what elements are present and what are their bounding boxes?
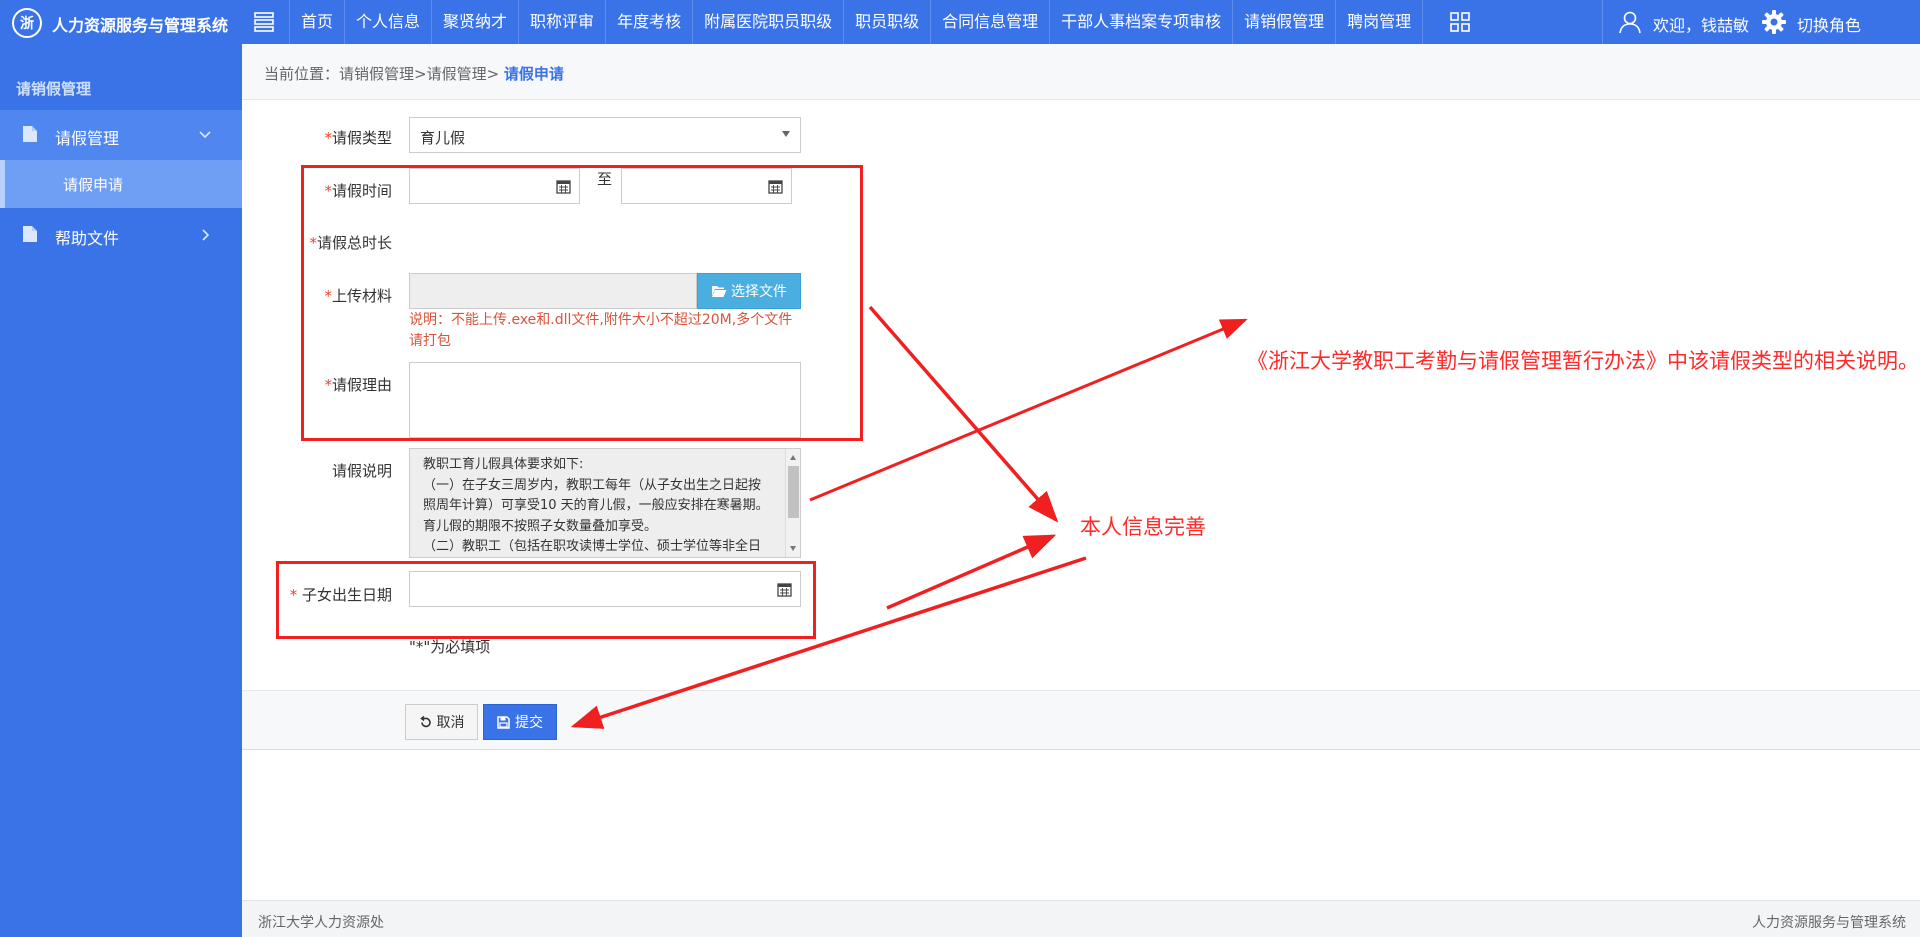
nav-title-review[interactable]: 职称评审 (519, 0, 607, 44)
leave-type-label-text: 请假类型 (331, 129, 392, 147)
sidebar-item-label: 请假申请 (63, 176, 124, 194)
annotation-arrows (570, 305, 1248, 729)
cancel-label: 取消 (436, 715, 465, 731)
footer-org: 浙江大学人力资源处 (258, 915, 384, 931)
leave-type-value: 育儿假 (420, 129, 466, 147)
breadcrumb: 当前位置：请销假管理>请假管理> 请假申请 (242, 44, 1920, 100)
cancel-button[interactable]: 取消 (405, 704, 478, 740)
nav-contract-management[interactable]: 合同信息管理 (931, 0, 1051, 44)
scroll-down-icon[interactable] (790, 546, 796, 551)
arrow-to-self-info-from-top (868, 305, 1059, 523)
sidebar: 请销假管理 请假管理 请假申请 帮助文件 (0, 44, 242, 937)
caret-down-icon (782, 131, 790, 137)
chevron-right-icon (202, 229, 210, 241)
scroll-up-icon[interactable] (790, 455, 796, 460)
nav-home[interactable]: 首页 (289, 0, 346, 44)
footer-system: 人力资源服务与管理系统 (1752, 915, 1906, 931)
sidebar-group-label: 帮助文件 (55, 229, 120, 248)
sidebar-title: 请销假管理 (16, 80, 92, 98)
sidebar-group-help-files[interactable]: 帮助文件 (0, 210, 242, 260)
nav-staff-rank[interactable]: 职员职级 (844, 0, 932, 44)
nav-annual-assessment[interactable]: 年度考核 (606, 0, 694, 44)
required-mark: * (324, 129, 332, 147)
file-icon (23, 126, 37, 142)
nav-leave-management[interactable]: 请销假管理 (1233, 0, 1337, 44)
university-logo: 浙 (12, 8, 42, 38)
sidebar-group-leave-management[interactable]: 请假管理 (0, 110, 242, 160)
nav-hospital-staff-rank[interactable]: 附属医院职员职级 (693, 0, 845, 44)
nav-personal-info[interactable]: 个人信息 (345, 0, 433, 44)
user-area: 欢迎，钱喆敏 切换角色 (1602, 0, 1920, 44)
arrow-to-policy-note (809, 318, 1248, 502)
switch-role-link[interactable]: 切换角色 (1797, 12, 1861, 36)
submit-label: 提交 (515, 715, 543, 731)
sidebar-group-label: 请假管理 (55, 129, 120, 148)
annotation-policy-note: 《浙江大学教职工考勤与请假管理暂行办法》中该请假类型的相关说明。 (1247, 349, 1919, 373)
scrollbar-thumb[interactable] (788, 466, 799, 518)
top-bar: 浙 人力资源服务与管理系统 首页 个人信息 聚贤纳才 职称评审 年度考核 附属医… (0, 0, 1920, 44)
submit-button[interactable]: 提交 (483, 704, 557, 740)
required-note: "*"为必填项 (409, 638, 491, 656)
leave-type-select[interactable]: 育儿假 (409, 117, 801, 153)
sidebar-item-leave-application[interactable]: 请假申请 (0, 160, 242, 208)
nav-cadre-archive-review[interactable]: 干部人事档案专项审核 (1050, 0, 1234, 44)
main-nav: 首页 个人信息 聚贤纳才 职称评审 年度考核 附属医院职员职级 职员职级 合同信… (289, 0, 1424, 44)
arrow-to-self-info-from-bottom (886, 534, 1057, 610)
description-box: 教职工育儿假具体要求如下: （一）在子女三周岁内，教职工每年（从子女出生之日起按… (409, 448, 801, 558)
action-bar: 取消 提交 (242, 690, 1920, 750)
welcome-text: 欢迎，钱喆敏 (1653, 16, 1750, 35)
description-label: 请假说明 (331, 462, 392, 480)
description-line: （一）在子女三周岁内，教职工每年（从子女出生之日起按 (423, 477, 762, 493)
annotation-self-info: 本人信息完善 (1080, 515, 1206, 539)
description-text: 教职工育儿假具体要求如下: （一）在子女三周岁内，教职工每年（从子女出生之日起按… (423, 455, 781, 557)
breadcrumb-current: 请假申请 (503, 65, 564, 83)
file-icon (23, 226, 37, 242)
apps-grid-icon[interactable] (1448, 10, 1472, 34)
menu-toggle-icon[interactable] (252, 10, 276, 34)
breadcrumb-prefix: 当前位置：请销假管理>请假管理> (264, 65, 504, 83)
system-title: 人力资源服务与管理系统 (52, 16, 229, 35)
save-icon (497, 715, 510, 729)
gear-icon[interactable] (1761, 9, 1787, 35)
nav-talent-recruitment[interactable]: 聚贤纳才 (432, 0, 520, 44)
annotation-box-leave-info (301, 165, 863, 441)
undo-icon (419, 715, 431, 727)
breadcrumb-path: 当前位置：请销假管理>请假管理> 请假申请 (264, 63, 564, 84)
leave-type-label: *请假类型 (324, 127, 392, 148)
description-line: （二）教职工（包括在职攻读博士学位、硕士学位等非全日 (423, 539, 762, 554)
description-scrollbar[interactable] (785, 449, 800, 557)
annotation-box-child-info (276, 561, 816, 639)
chevron-down-icon (199, 131, 211, 139)
user-icon[interactable] (1617, 9, 1643, 35)
description-line: 教职工育儿假具体要求如下: (423, 457, 584, 472)
description-line: 照周年计算）可享受10 天的育儿假，一般应安排在寒暑期。育儿假的期限不按照子女数… (423, 498, 769, 534)
nav-post-management[interactable]: 聘岗管理 (1336, 0, 1424, 44)
footer: 浙江大学人力资源处 人力资源服务与管理系统 (242, 900, 1920, 937)
